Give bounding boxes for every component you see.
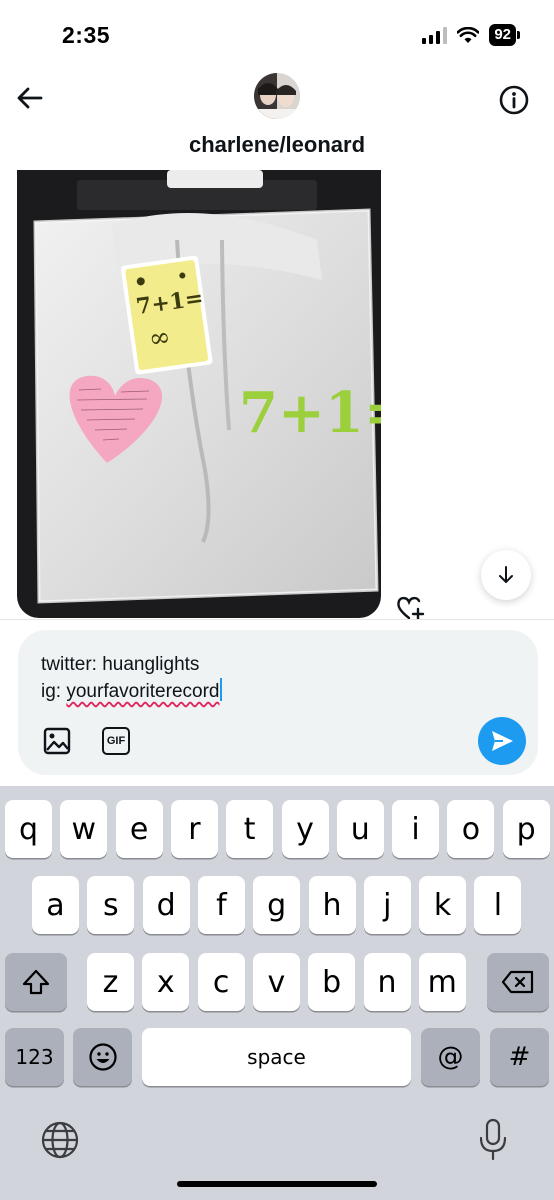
key-u[interactable]: u	[336, 800, 384, 858]
hoodie-print: 7+1=	[239, 380, 381, 446]
back-arrow-icon[interactable]	[14, 82, 46, 114]
shift-icon	[22, 969, 50, 995]
info-icon[interactable]	[498, 84, 530, 116]
send-icon	[492, 731, 513, 751]
key-r[interactable]: r	[170, 800, 218, 858]
conversation-header: charlene/leonard	[0, 70, 554, 170]
emoji-icon	[88, 1043, 117, 1071]
key-l[interactable]: l	[474, 876, 522, 934]
key-o[interactable]: o	[447, 800, 495, 858]
wifi-icon	[457, 26, 480, 43]
key-w[interactable]: w	[60, 800, 108, 858]
key-t[interactable]: t	[226, 800, 274, 858]
key-v[interactable]: v	[252, 953, 300, 1011]
key-y[interactable]: y	[281, 800, 329, 858]
misspelled-word[interactable]: yourfavoriterecord	[66, 681, 219, 702]
scroll-down-button[interactable]	[481, 550, 531, 600]
numbers-key[interactable]: 123	[5, 1028, 64, 1086]
message-composer[interactable]: twitter: huanglights ig: yourfavoriterec…	[18, 630, 538, 775]
key-g[interactable]: g	[253, 876, 301, 934]
hash-key[interactable]: #	[490, 1028, 549, 1086]
key-e[interactable]: e	[115, 800, 163, 858]
status-icons: 92	[422, 24, 520, 46]
message-input[interactable]: twitter: huanglights ig: yourfavoriterec…	[41, 652, 223, 705]
gif-button[interactable]: GIF	[102, 727, 130, 755]
backspace-icon	[501, 970, 534, 994]
composer-divider	[0, 619, 554, 620]
home-indicator	[177, 1181, 377, 1187]
key-k[interactable]: k	[419, 876, 467, 934]
react-heart-icon[interactable]	[396, 594, 426, 620]
key-x[interactable]: x	[142, 953, 190, 1011]
delete-key[interactable]	[487, 953, 549, 1011]
shift-key[interactable]	[5, 953, 67, 1011]
status-time: 2:35	[62, 22, 111, 48]
send-button[interactable]	[478, 717, 526, 765]
key-h[interactable]: h	[308, 876, 356, 934]
message-list[interactable]: 7+1= 7+1= ∞	[0, 170, 554, 620]
message-line-2-prefix: ig:	[41, 681, 67, 702]
message-line-1: twitter: huanglights	[41, 654, 200, 675]
key-p[interactable]: p	[502, 800, 550, 858]
space-key[interactable]: space	[142, 1028, 411, 1086]
svg-text:∞: ∞	[147, 322, 173, 355]
keyboard: 123 space @ # qwertyuiop asdfghjkl zxcvbnm	[0, 786, 554, 1200]
key-f[interactable]: f	[197, 876, 245, 934]
text-caret	[220, 678, 223, 701]
signal-icon	[422, 26, 448, 44]
message-line-2: ig: yourfavoriterecord	[41, 678, 223, 705]
key-s[interactable]: s	[87, 876, 135, 934]
globe-icon[interactable]	[40, 1120, 80, 1160]
conversation-title[interactable]: charlene/leonard	[0, 132, 554, 158]
microphone-icon[interactable]	[478, 1118, 508, 1162]
key-i[interactable]: i	[392, 800, 440, 858]
key-a[interactable]: a	[32, 876, 79, 934]
key-b[interactable]: b	[308, 953, 356, 1011]
at-key[interactable]: @	[421, 1028, 480, 1086]
key-n[interactable]: n	[363, 953, 411, 1011]
image-icon[interactable]	[42, 726, 72, 756]
status-bar: 2:35 92	[0, 0, 554, 74]
dm-screen: 2:35 92 charlene/leonard 7+1 7+1= ∞ twit…	[0, 0, 554, 1200]
key-m[interactable]: m	[418, 953, 466, 1011]
key-c[interactable]: c	[197, 953, 245, 1011]
arrow-down-icon	[499, 566, 513, 583]
key-q[interactable]: q	[5, 800, 52, 858]
key-j[interactable]: j	[363, 876, 411, 934]
key-z[interactable]: z	[87, 953, 134, 1011]
key-d[interactable]: d	[142, 876, 190, 934]
avatar[interactable]	[254, 73, 300, 119]
photo-message[interactable]: 7+1= 7+1= ∞	[17, 170, 381, 618]
battery-icon: 92	[489, 24, 520, 46]
emoji-key[interactable]	[73, 1028, 132, 1086]
